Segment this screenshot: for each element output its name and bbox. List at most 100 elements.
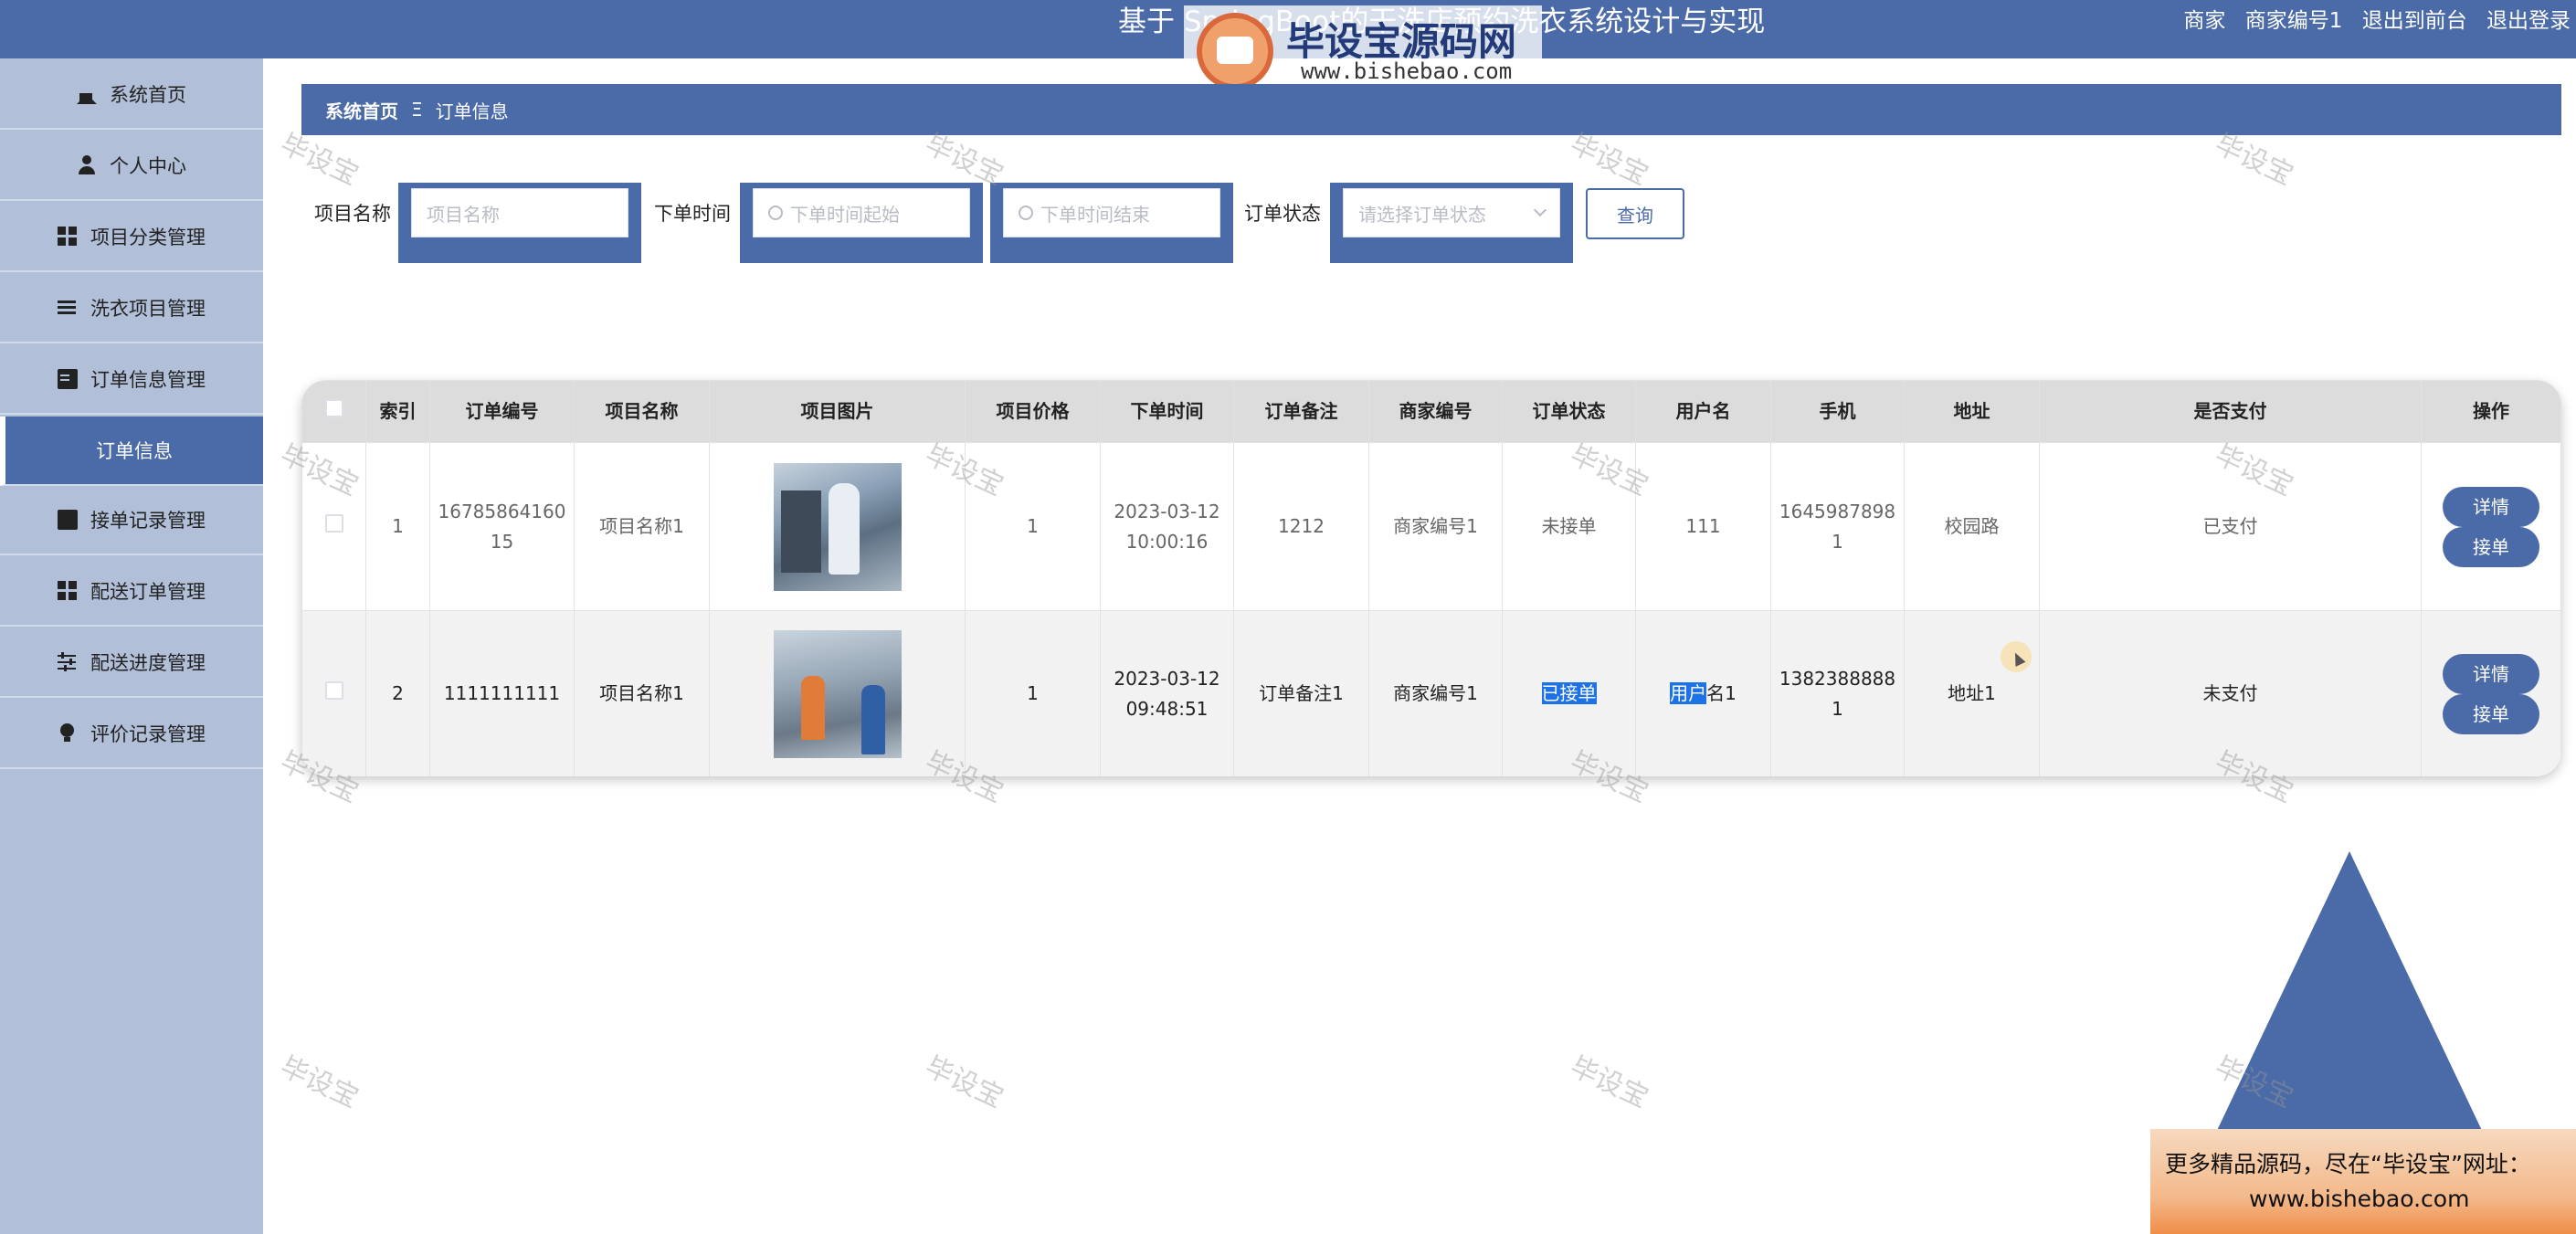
cell-order-time: 2023-03-12 10:00:16 [1100,442,1234,611]
column-header: 项目图片 [709,380,966,443]
select-all-checkbox[interactable] [324,399,343,417]
user-icon [77,155,97,175]
chevron-down-icon [1533,203,1547,217]
project-image[interactable] [773,629,902,758]
sidebar-item-label: 订单信息管理 [90,369,206,391]
watermark-text: 毕设宝 [275,1050,364,1115]
breadcrumb-separator: Ξ [411,99,423,121]
logo-mascot-icon [1197,13,1273,90]
cell-status: 已接单 [1502,610,1636,776]
order-time-start-box: 下单时间起始 [740,183,983,263]
user-role: 商家 [2183,9,2226,33]
order-time-end-placeholder: 下单时间结束 [1040,203,1150,226]
order-time-end-box: 下单时间结束 [990,183,1233,263]
cell-username: 用户名1 [1635,610,1771,776]
sidebar-item-delivery-progress[interactable]: 配送进度管理 [0,628,263,698]
ad-line1: 更多精品源码，尽在“毕设宝”网址： [2165,1150,2531,1177]
watermark-text: 毕设宝 [1565,1050,1653,1115]
cell-actions: 详情 接单 [2421,610,2561,776]
project-name-input[interactable]: 项目名称 [411,188,628,237]
order-time-label: 下单时间 [654,203,731,225]
user-area: 商家 商家编号1 退出到前台 退出登录 [2170,5,2571,37]
column-header: 操作 [2421,380,2561,443]
detail-button[interactable]: 详情 [2443,486,2539,527]
cell-remark: 订单备注1 [1233,610,1369,776]
column-header: 订单备注 [1233,380,1369,443]
sidebar-subitem-order-info[interactable]: 订单信息 [0,417,263,486]
column-header: 项目价格 [965,380,1101,443]
sidebar-item-label: 评价记录管理 [90,723,206,745]
column-header: 用户名 [1635,380,1771,443]
column-header: 订单编号 [429,380,575,443]
sidebar-item-laundry-project[interactable]: 洗衣项目管理 [0,274,263,343]
cell-project-name: 项目名称1 [574,610,710,776]
status-text: 已接单 [1541,682,1597,704]
sidebar-item-label: 系统首页 [110,84,186,106]
sidebar-item-label: 配送进度管理 [90,652,206,674]
logo-watermark: 毕设宝源码网 www.bishebao.com [1184,5,1542,93]
ad-banner[interactable]: 更多精品源码，尽在“毕设宝”网址： www.bishebao.com [2150,1129,2576,1234]
order-time-start-input[interactable]: 下单时间起始 [753,188,970,237]
grid-icon [58,581,78,601]
row-checkbox[interactable] [324,681,343,700]
sidebar-item-reviews[interactable]: 评价记录管理 [0,700,263,769]
column-header: 地址 [1904,380,2040,443]
order-status-select[interactable]: 请选择订单状态 [1343,188,1560,237]
row-checkbox[interactable] [324,514,343,533]
cell-index: 1 [365,442,430,611]
select-all-cell [301,380,366,443]
username-highlight: 用户 [1670,682,1707,704]
cell-address: 地址1 [1904,610,2040,776]
detail-button[interactable]: 详情 [2443,653,2539,694]
cell-actions: 详情 接单 [2421,442,2561,611]
watermark-text: 毕设宝 [920,1050,1008,1115]
project-image[interactable] [773,462,902,591]
sidebar-item-delivery-orders[interactable]: 配送订单管理 [0,557,263,627]
order-status-box: 请选择订单状态 [1330,183,1573,263]
sidebar-item-label: 接单记录管理 [90,510,206,532]
clipboard-icon [58,369,78,389]
accept-order-button[interactable]: 接单 [2443,693,2539,734]
list-icon [58,298,78,318]
project-name-placeholder: 项目名称 [427,203,500,226]
cell-phone: 16459878981 [1770,442,1905,611]
breadcrumb-home[interactable]: 系统首页 [325,97,398,123]
sidebar-item-label: 个人中心 [110,155,186,177]
back-to-front-link[interactable]: 退出到前台 [2362,9,2467,33]
column-header: 手机 [1770,380,1905,443]
column-header: 商家编号 [1368,380,1503,443]
logout-link[interactable]: 退出登录 [2486,9,2571,33]
order-status-placeholder: 请选择订单状态 [1358,203,1486,226]
sidebar-item-accept-records[interactable]: 接单记录管理 [0,486,263,555]
sidebar: 系统首页 个人中心 项目分类管理 洗衣项目管理 订单信息管理 订单信息 接单记录… [0,58,263,1234]
order-time-end-input[interactable]: 下单时间结束 [1003,188,1220,237]
sidebar-item-label: 订单信息 [96,440,173,462]
sidebar-item-home[interactable]: 系统首页 [0,60,263,130]
breadcrumb-current: 订单信息 [435,100,509,122]
sidebar-item-category[interactable]: 项目分类管理 [0,203,263,272]
username-rest: 名1 [1706,682,1737,704]
cell-merchant-no: 商家编号1 [1368,610,1503,776]
grid-icon [58,227,78,247]
mouse-cursor-icon [2001,641,2032,672]
cell-merchant-no: 商家编号1 [1368,442,1503,611]
ad-line2: www.bishebao.com [2249,1185,2470,1212]
column-header: 下单时间 [1100,380,1234,443]
cell-price: 1 [965,610,1101,776]
home-icon [77,84,97,104]
clock-icon [1019,206,1033,220]
table-header-row: 索引 订单编号 项目名称 项目图片 项目价格 下单时间 订单备注 商家编号 订单… [301,380,2561,443]
cell-order-no: 1111111111 [429,610,575,776]
cell-project-name: 项目名称1 [574,442,710,611]
accept-order-button[interactable]: 接单 [2443,526,2539,567]
order-status-label: 订单状态 [1244,203,1321,225]
sidebar-item-profile[interactable]: 个人中心 [0,132,263,201]
project-name-label: 项目名称 [314,203,391,225]
query-button[interactable]: 查询 [1586,188,1684,239]
sidebar-item-order-management[interactable]: 订单信息管理 [0,345,263,415]
logo-url-text: www.bishebao.com [1301,58,1513,84]
sidebar-item-label: 项目分类管理 [90,227,206,248]
bulb-icon [58,723,78,744]
project-name-box: 项目名称 [398,183,641,263]
cell-address: 校园路 [1904,442,2040,611]
